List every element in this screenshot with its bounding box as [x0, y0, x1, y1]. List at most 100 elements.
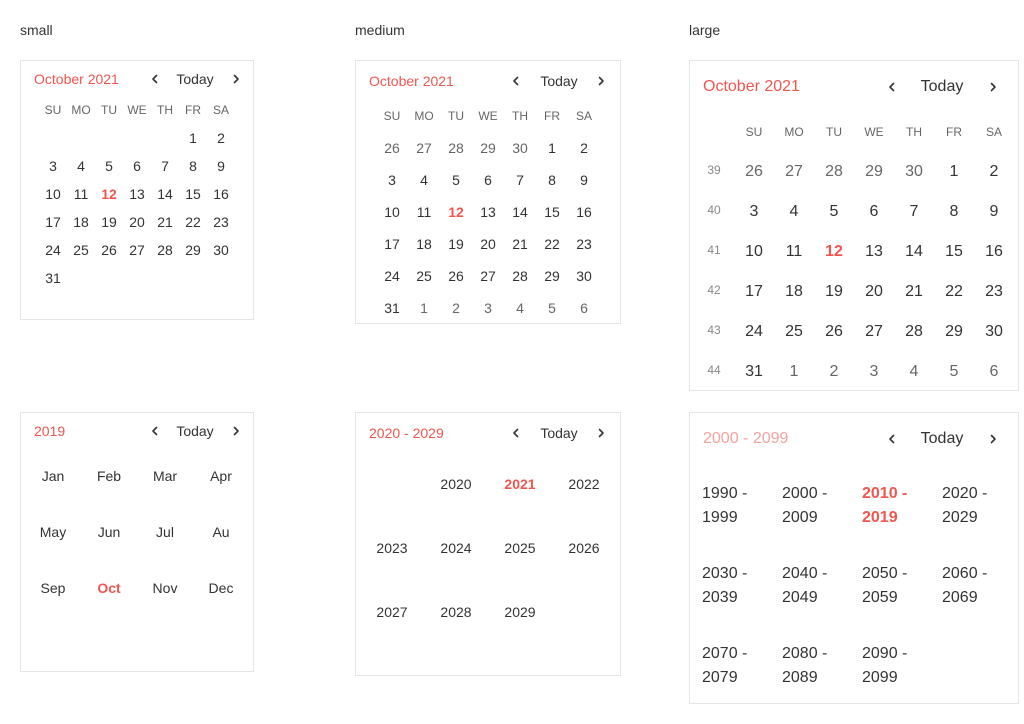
- day-cell[interactable]: 11: [774, 243, 814, 261]
- next-button[interactable]: [226, 69, 246, 89]
- day-cell[interactable]: 24: [39, 242, 67, 258]
- month-cell[interactable]: Sep: [27, 580, 79, 596]
- day-cell[interactable]: 18: [67, 214, 95, 230]
- day-cell[interactable]: 26: [95, 242, 123, 258]
- day-cell[interactable]: 29: [934, 323, 974, 341]
- today-button[interactable]: Today: [912, 430, 972, 448]
- day-cell[interactable]: 13: [472, 204, 504, 220]
- day-cell[interactable]: 26: [376, 140, 408, 156]
- today-button[interactable]: Today: [534, 73, 584, 89]
- day-cell[interactable]: 4: [504, 300, 536, 316]
- year-cell[interactable]: 2027: [364, 604, 420, 620]
- day-cell[interactable]: 26: [734, 163, 774, 181]
- day-cell[interactable]: 29: [472, 140, 504, 156]
- day-cell[interactable]: 5: [536, 300, 568, 316]
- decade-cell[interactable]: 2060 - 2069: [942, 562, 1016, 610]
- year-cell[interactable]: 2022: [556, 476, 612, 492]
- prev-button[interactable]: [881, 76, 903, 98]
- day-cell[interactable]: 27: [408, 140, 440, 156]
- month-cell[interactable]: Jan: [27, 468, 79, 484]
- day-cell[interactable]: 26: [814, 323, 854, 341]
- month-title[interactable]: October 2021: [703, 78, 800, 96]
- day-cell[interactable]: 23: [974, 283, 1014, 301]
- prev-button[interactable]: [145, 69, 165, 89]
- year-cell[interactable]: 2020: [428, 476, 484, 492]
- day-cell[interactable]: 2: [974, 163, 1014, 181]
- day-cell[interactable]: 12: [440, 204, 472, 220]
- day-cell[interactable]: 8: [179, 158, 207, 174]
- day-cell[interactable]: 20: [472, 236, 504, 252]
- day-cell[interactable]: 8: [934, 203, 974, 221]
- day-cell[interactable]: 10: [376, 204, 408, 220]
- day-cell[interactable]: 6: [472, 172, 504, 188]
- day-cell[interactable]: 25: [67, 242, 95, 258]
- day-cell[interactable]: 24: [734, 323, 774, 341]
- day-cell[interactable]: 16: [974, 243, 1014, 261]
- day-cell[interactable]: 2: [207, 130, 235, 146]
- day-cell[interactable]: 28: [814, 163, 854, 181]
- day-cell[interactable]: 22: [179, 214, 207, 230]
- day-cell[interactable]: 5: [440, 172, 472, 188]
- day-cell[interactable]: 19: [95, 214, 123, 230]
- day-cell[interactable]: 8: [536, 172, 568, 188]
- day-cell[interactable]: 12: [95, 186, 123, 202]
- decade-title[interactable]: 2020 - 2029: [369, 425, 444, 441]
- day-cell[interactable]: 29: [536, 268, 568, 284]
- day-cell[interactable]: 3: [39, 158, 67, 174]
- day-cell[interactable]: 2: [568, 140, 600, 156]
- month-cell[interactable]: May: [27, 524, 79, 540]
- month-cell[interactable]: Jul: [139, 524, 191, 540]
- day-cell[interactable]: 14: [151, 186, 179, 202]
- day-cell[interactable]: 11: [67, 186, 95, 202]
- day-cell[interactable]: 28: [151, 242, 179, 258]
- day-cell[interactable]: 1: [408, 300, 440, 316]
- decade-cell[interactable]: 2080 - 2089: [782, 642, 856, 690]
- year-cell[interactable]: 2029: [492, 604, 548, 620]
- day-cell[interactable]: 4: [408, 172, 440, 188]
- day-cell[interactable]: 1: [179, 130, 207, 146]
- next-button[interactable]: [226, 421, 246, 441]
- next-button[interactable]: [982, 428, 1004, 450]
- day-cell[interactable]: 20: [123, 214, 151, 230]
- day-cell[interactable]: 30: [504, 140, 536, 156]
- day-cell[interactable]: 7: [151, 158, 179, 174]
- day-cell[interactable]: 11: [408, 204, 440, 220]
- next-button[interactable]: [591, 423, 611, 443]
- today-button[interactable]: Today: [912, 78, 972, 96]
- decade-cell[interactable]: 2000 - 2009: [782, 482, 856, 530]
- day-cell[interactable]: 22: [536, 236, 568, 252]
- day-cell[interactable]: 27: [123, 242, 151, 258]
- day-cell[interactable]: 5: [934, 363, 974, 381]
- month-cell[interactable]: Oct: [83, 580, 135, 596]
- decade-cell[interactable]: 2070 - 2079: [702, 642, 776, 690]
- day-cell[interactable]: 30: [568, 268, 600, 284]
- day-cell[interactable]: 13: [854, 243, 894, 261]
- day-cell[interactable]: 28: [894, 323, 934, 341]
- day-cell[interactable]: 9: [207, 158, 235, 174]
- year-cell[interactable]: 2025: [492, 540, 548, 556]
- day-cell[interactable]: 1: [934, 163, 974, 181]
- day-cell[interactable]: 29: [854, 163, 894, 181]
- prev-button[interactable]: [506, 423, 526, 443]
- day-cell[interactable]: 1: [536, 140, 568, 156]
- day-cell[interactable]: 1: [774, 363, 814, 381]
- day-cell[interactable]: 27: [854, 323, 894, 341]
- day-cell[interactable]: 19: [814, 283, 854, 301]
- month-cell[interactable]: Nov: [139, 580, 191, 596]
- month-cell[interactable]: Dec: [195, 580, 247, 596]
- day-cell[interactable]: 30: [894, 163, 934, 181]
- month-cell[interactable]: Apr: [195, 468, 247, 484]
- day-cell[interactable]: 30: [207, 242, 235, 258]
- day-cell[interactable]: 16: [207, 186, 235, 202]
- day-cell[interactable]: 14: [894, 243, 934, 261]
- day-cell[interactable]: 24: [376, 268, 408, 284]
- month-cell[interactable]: Au: [195, 524, 247, 540]
- today-button[interactable]: Today: [171, 71, 219, 87]
- day-cell[interactable]: 29: [179, 242, 207, 258]
- day-cell[interactable]: 25: [774, 323, 814, 341]
- day-cell[interactable]: 19: [440, 236, 472, 252]
- month-title[interactable]: October 2021: [34, 71, 119, 87]
- day-cell[interactable]: 17: [376, 236, 408, 252]
- day-cell[interactable]: 10: [734, 243, 774, 261]
- decade-cell[interactable]: 2040 - 2049: [782, 562, 856, 610]
